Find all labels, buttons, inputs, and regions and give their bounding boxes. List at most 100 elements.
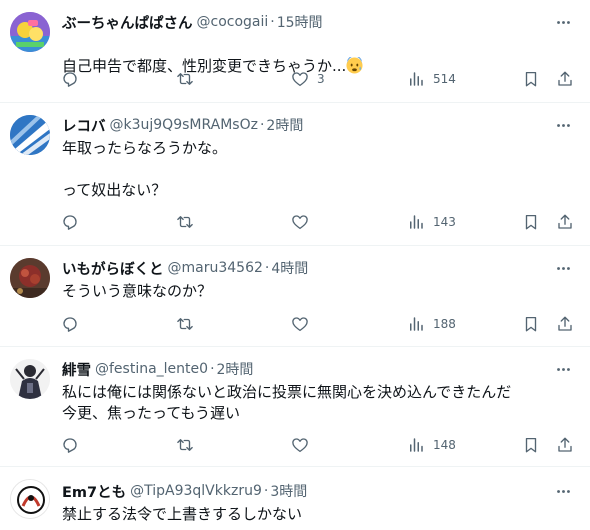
display-name[interactable]: いもがらぼくと: [62, 258, 164, 279]
bookmark-button[interactable]: [522, 212, 540, 232]
share-icon: [558, 71, 572, 86]
like-count: 3: [317, 72, 325, 86]
views-button[interactable]: 514: [407, 69, 456, 89]
retweet-button[interactable]: [176, 212, 202, 232]
tweet-text: 年取ったらなろうかな。 って奴出ない？: [62, 139, 228, 199]
more-options-button[interactable]: [554, 13, 572, 31]
timestamp[interactable]: 4時間: [271, 258, 308, 278]
timestamp[interactable]: 2時間: [217, 359, 254, 379]
tweet-text: 禁止する法令で上書きするしかない: [62, 505, 303, 523]
separator-dot: ·: [259, 117, 265, 133]
avatar[interactable]: [10, 12, 50, 52]
bookmark-icon: [525, 437, 537, 453]
bookmark-button[interactable]: [522, 314, 540, 334]
display-name[interactable]: 緋雪: [62, 359, 91, 380]
display-name[interactable]: ぶーちゃんぱぱさん: [62, 12, 193, 33]
tweet-header: レコバ @k3uj9Q9sMRAMsOz · 2時間: [62, 115, 303, 135]
tweet-header: いもがらぼくと @maru34562 · 4時間: [62, 258, 308, 278]
bookmark-icon: [525, 214, 537, 230]
like-button[interactable]: 3: [291, 69, 325, 89]
view-count: 514: [433, 72, 456, 86]
separator-dot: ·: [270, 14, 275, 30]
heart-icon: [292, 317, 308, 332]
timestamp[interactable]: 2時間: [266, 115, 303, 135]
heart-icon: [292, 438, 308, 453]
bookmark-icon: [525, 316, 537, 332]
views-bar-chart-icon: [410, 72, 423, 86]
views-button[interactable]: 143: [407, 212, 456, 232]
user-handle[interactable]: @k3uj9Q9sMRAMsOz: [110, 117, 258, 133]
reply-icon: [63, 72, 77, 87]
separator-dot: ·: [264, 260, 270, 276]
view-count: 143: [433, 215, 456, 229]
views-button[interactable]: 148: [407, 435, 456, 455]
timestamp[interactable]: 15時間: [277, 12, 323, 32]
tweet-actions: 3 514: [0, 69, 590, 89]
bookmark-button[interactable]: [522, 435, 540, 455]
tweet-3[interactable]: いもがらぼくと @maru34562 · 4時間 そういう意味なのか？ 188: [0, 246, 590, 347]
tweet-2[interactable]: レコバ @k3uj9Q9sMRAMsOz · 2時間 年取ったらなろうかな。 っ…: [0, 103, 590, 246]
reply-button[interactable]: [61, 69, 87, 89]
more-icon: [556, 20, 570, 24]
retweet-button[interactable]: [176, 69, 202, 89]
reply-button[interactable]: [61, 212, 87, 232]
reply-icon: [63, 438, 77, 453]
share-button[interactable]: [556, 435, 574, 455]
bookmark-button[interactable]: [522, 69, 540, 89]
reply-icon: [63, 317, 77, 332]
reply-button[interactable]: [61, 435, 87, 455]
more-icon: [556, 367, 570, 371]
heart-icon: [292, 72, 308, 87]
display-name[interactable]: レコバ: [62, 115, 106, 136]
retweet-icon: [177, 439, 193, 451]
user-handle[interactable]: @TipA93qlVkkzru9: [130, 483, 262, 499]
avatar[interactable]: [10, 479, 50, 519]
tweet-header: Em7とも @TipA93qlVkkzru9 · 3時間: [62, 481, 307, 501]
tweet-header: 緋雪 @festina_lente0 · 2時間: [62, 359, 253, 379]
more-options-button[interactable]: [554, 482, 572, 500]
timestamp[interactable]: 3時間: [270, 481, 307, 501]
user-handle[interactable]: @cocogaii: [197, 14, 269, 30]
bookmark-icon: [525, 71, 537, 87]
tweet-actions: 188: [0, 314, 590, 334]
avatar[interactable]: [10, 115, 50, 155]
user-handle[interactable]: @festina_lente0: [95, 361, 208, 377]
tweet-5[interactable]: Em7とも @TipA93qlVkkzru9 · 3時間 禁止する法令で上書きす…: [0, 467, 590, 530]
heart-icon: [292, 215, 308, 230]
share-icon: [558, 316, 572, 331]
share-button[interactable]: [556, 314, 574, 334]
share-icon: [558, 214, 572, 229]
like-button[interactable]: [291, 212, 317, 232]
retweet-icon: [177, 216, 193, 228]
more-options-button[interactable]: [554, 259, 572, 277]
tweet-4[interactable]: 緋雪 @festina_lente0 · 2時間 私には俺には関係ないと政治に投…: [0, 347, 590, 467]
more-options-button[interactable]: [554, 360, 572, 378]
tweet-1[interactable]: ぶーちゃんぱぱさん @cocogaii · 15時間 自己申告で都度、性別変更で…: [0, 0, 590, 103]
more-icon: [556, 489, 570, 493]
views-button[interactable]: 188: [407, 314, 456, 334]
views-bar-chart-icon: [410, 215, 423, 229]
tweet-text: 私には俺には関係ないと政治に投票に無関心を決め込んできたんだ 今更、焦ったっても…: [62, 383, 512, 422]
views-bar-chart-icon: [410, 438, 423, 452]
like-button[interactable]: [291, 314, 317, 334]
user-handle[interactable]: @maru34562: [168, 260, 263, 276]
view-count: 148: [433, 438, 456, 452]
avatar[interactable]: [10, 258, 50, 298]
retweet-button[interactable]: [176, 435, 202, 455]
tweet-header: ぶーちゃんぱぱさん @cocogaii · 15時間: [62, 12, 323, 32]
retweet-icon: [177, 73, 193, 85]
more-icon: [556, 266, 570, 270]
separator-dot: ·: [210, 361, 215, 377]
avatar[interactable]: [10, 359, 50, 399]
reply-button[interactable]: [61, 314, 87, 334]
retweet-button[interactable]: [176, 314, 202, 334]
tweet-actions: 143: [0, 212, 590, 232]
reply-icon: [63, 215, 77, 230]
like-button[interactable]: [291, 435, 317, 455]
share-button[interactable]: [556, 69, 574, 89]
more-options-button[interactable]: [554, 116, 572, 134]
display-name[interactable]: Em7とも: [62, 481, 126, 502]
views-bar-chart-icon: [410, 317, 423, 331]
share-icon: [558, 437, 572, 452]
share-button[interactable]: [556, 212, 574, 232]
